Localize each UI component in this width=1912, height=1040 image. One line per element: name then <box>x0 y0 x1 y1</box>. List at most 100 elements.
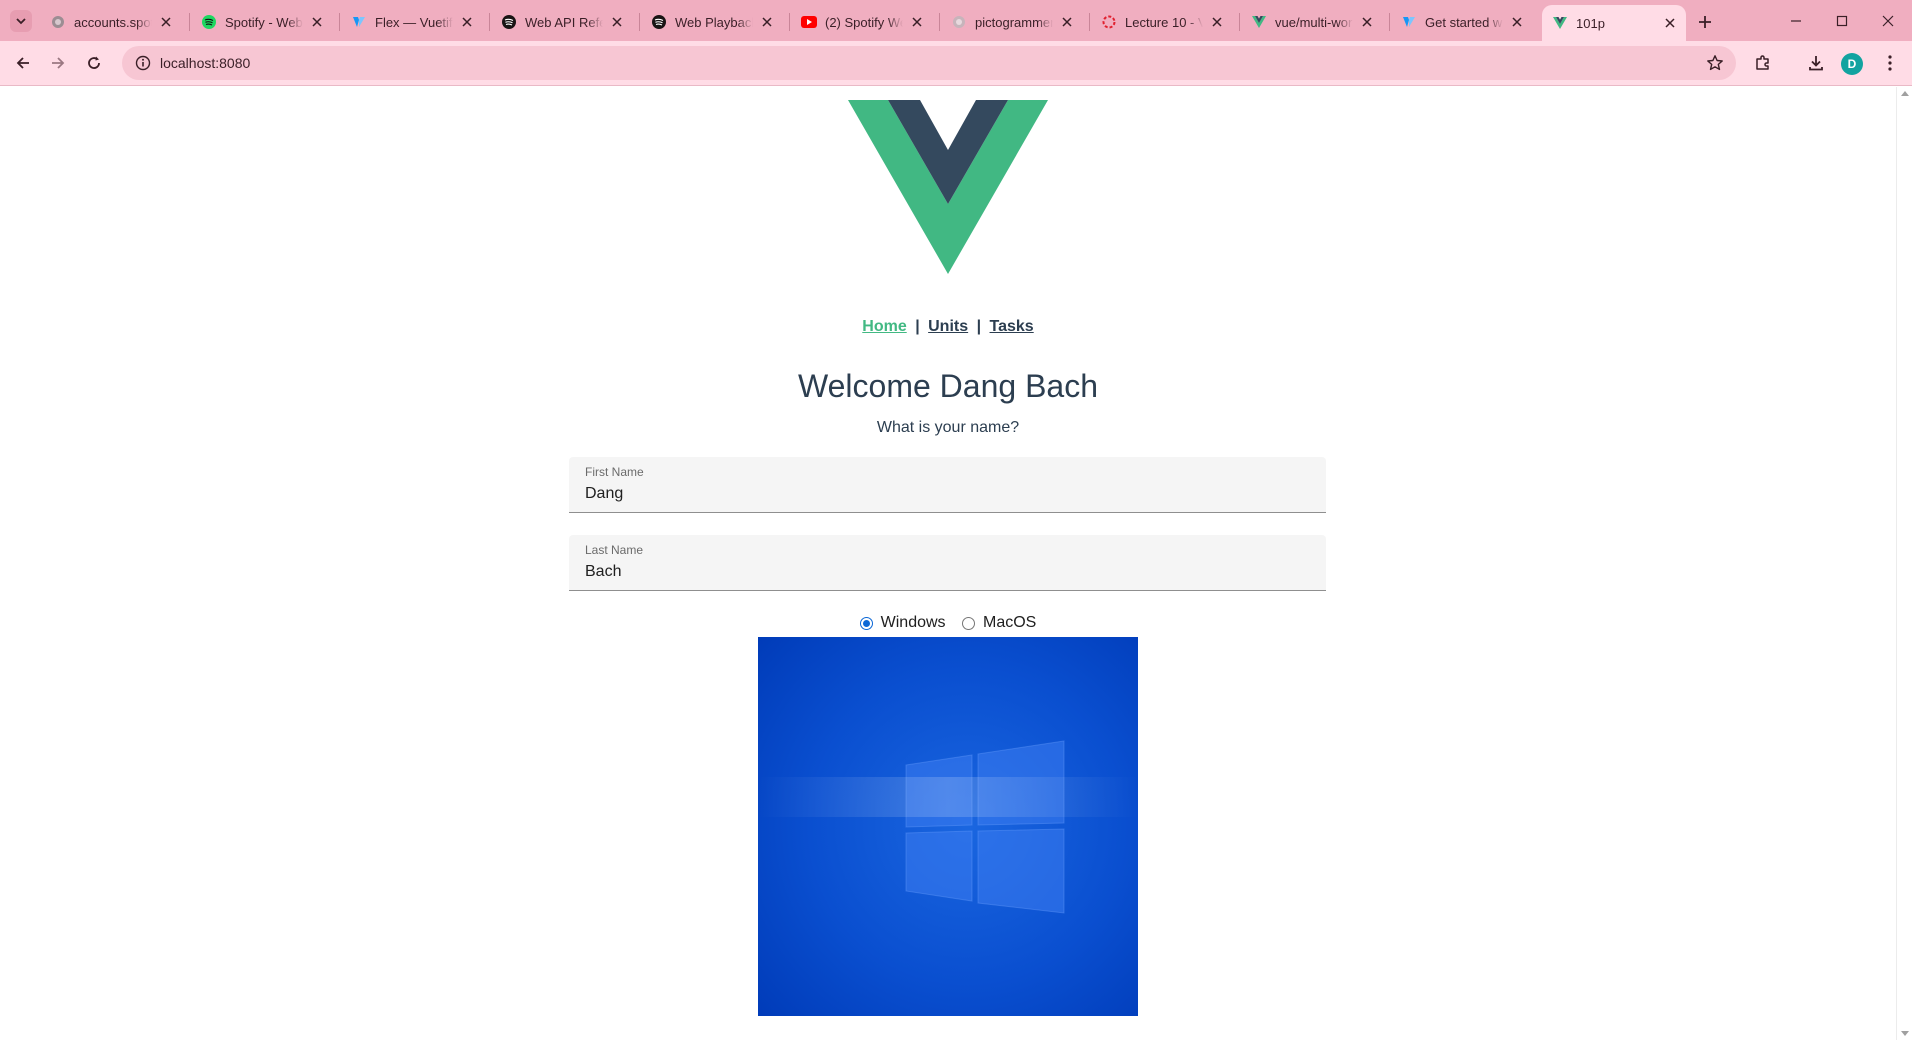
close-icon[interactable] <box>158 14 174 30</box>
scroll-up-arrow-icon[interactable] <box>1901 91 1909 96</box>
radio-macos[interactable]: MacOS <box>962 614 1036 632</box>
radio-windows-label: Windows <box>880 614 946 631</box>
first-name-field[interactable]: First Name <box>569 457 1326 513</box>
tab-title: Flex — Vuetify <box>375 14 453 30</box>
loading-icon <box>1101 14 1117 30</box>
tab-divider <box>489 13 490 31</box>
last-name-label: Last Name <box>585 543 644 557</box>
tab-strip: accounts.spotify Spotify - Web Player Fl… <box>0 0 1912 41</box>
radio-macos-label: MacOS <box>983 614 1037 631</box>
arrow-right-icon <box>52 57 65 69</box>
site-info-icon[interactable] <box>126 55 160 71</box>
globe-icon <box>50 14 66 30</box>
nav-link-tasks[interactable]: Tasks <box>990 318 1034 335</box>
browser-tab[interactable]: Spotify - Web Player <box>191 5 333 39</box>
close-icon[interactable] <box>1662 15 1678 31</box>
spotify-dark-icon <box>651 14 667 30</box>
profile-avatar[interactable]: D <box>1841 53 1863 75</box>
first-name-label: First Name <box>585 465 644 479</box>
browser-tab[interactable]: Lecture 10 - Vue <box>1091 5 1233 39</box>
close-icon[interactable] <box>309 14 325 30</box>
reload-icon <box>88 56 100 69</box>
tab-title: vue/multi-word <box>1275 14 1353 30</box>
vue-logo <box>848 100 1048 274</box>
close-icon[interactable] <box>909 14 925 30</box>
globe-icon <box>951 14 967 30</box>
browser-tab[interactable]: vue/multi-word <box>1241 5 1383 39</box>
vuetify-icon <box>351 14 367 30</box>
vue-icon <box>1552 15 1568 31</box>
close-icon[interactable] <box>1209 14 1225 30</box>
back-button[interactable] <box>8 48 38 78</box>
tab-title: Lecture 10 - Vue <box>1125 14 1203 30</box>
bookmark-star-icon[interactable] <box>1706 54 1724 72</box>
new-tab-button[interactable] <box>1693 10 1717 34</box>
forward-button[interactable] <box>43 48 73 78</box>
browser-tab[interactable]: Get started with <box>1391 5 1533 39</box>
browser-tab[interactable]: accounts.spotify <box>40 5 182 39</box>
tab-divider <box>789 13 790 31</box>
vertical-scrollbar[interactable] <box>1896 87 1912 1040</box>
arrow-left-icon <box>16 57 29 69</box>
nav-link-units[interactable]: Units <box>928 318 968 335</box>
browser-menu-button[interactable] <box>1875 48 1905 78</box>
close-window-button[interactable] <box>1864 0 1912 41</box>
reload-button[interactable] <box>79 48 109 78</box>
downloads-button[interactable] <box>1801 48 1831 78</box>
maximize-button[interactable] <box>1818 0 1866 41</box>
browser-toolbar: localhost:8080 D <box>0 41 1912 86</box>
download-icon <box>1809 56 1823 71</box>
os-radio-group: Windows MacOS <box>0 614 1896 635</box>
tab-divider <box>1239 13 1240 31</box>
chevron-down-icon <box>16 18 26 25</box>
browser-tab[interactable]: pictogrammers <box>941 5 1083 39</box>
welcome-heading: Welcome Dang Bach <box>798 368 1098 404</box>
close-icon <box>1882 15 1894 26</box>
browser-tab[interactable]: (2) Spotify Web <box>791 5 933 39</box>
spotify-icon <box>201 14 217 30</box>
radio-selected-icon[interactable] <box>859 616 873 630</box>
close-icon[interactable] <box>1359 14 1375 30</box>
kebab-menu-icon <box>1888 55 1892 71</box>
radio-windows[interactable]: Windows <box>859 614 946 632</box>
vuetify-icon <box>1401 14 1417 30</box>
browser-tab[interactable]: Web API Reference <box>491 5 633 39</box>
address-bar[interactable]: localhost:8080 <box>122 46 1736 80</box>
nav-separator: | <box>976 318 982 335</box>
close-icon[interactable] <box>609 14 625 30</box>
tab-search-button[interactable] <box>10 10 32 32</box>
main-nav: Home | Units | Tasks <box>0 318 1896 336</box>
nav-link-home[interactable]: Home <box>862 318 906 335</box>
tab-title: Web Playback SDK <box>675 14 753 30</box>
url-text: localhost:8080 <box>160 55 251 71</box>
extensions-button[interactable] <box>1748 48 1778 78</box>
browser-tab[interactable]: Flex — Vuetify <box>341 5 483 39</box>
maximize-icon <box>1836 15 1848 26</box>
radio-unselected-icon[interactable] <box>962 616 975 630</box>
scroll-down-arrow-icon[interactable] <box>1901 1031 1909 1036</box>
close-icon[interactable] <box>1059 14 1075 30</box>
tab-title: Web API Reference <box>525 14 603 30</box>
close-icon[interactable] <box>1509 14 1525 30</box>
minimize-button[interactable] <box>1772 0 1820 41</box>
first-name-input[interactable] <box>585 483 1305 505</box>
browser-tab-active[interactable]: 101p <box>1542 5 1686 41</box>
last-name-input[interactable] <box>585 561 1305 583</box>
windows-wallpaper-image <box>758 637 1138 1016</box>
close-icon[interactable] <box>459 14 475 30</box>
tab-title: pictogrammers <box>975 14 1053 30</box>
last-name-field[interactable]: Last Name <box>569 535 1326 591</box>
tab-title: (2) Spotify Web <box>825 14 903 30</box>
name-question: What is your name? <box>876 419 1020 436</box>
tab-divider <box>189 13 190 31</box>
plus-icon <box>1699 16 1711 28</box>
tab-divider <box>1389 13 1390 31</box>
browser-tab[interactable]: Web Playback SDK <box>641 5 783 39</box>
puzzle-icon <box>1756 55 1769 70</box>
nav-separator: | <box>915 318 920 335</box>
tab-title: Get started with <box>1425 14 1503 30</box>
tab-divider <box>339 13 340 31</box>
close-icon[interactable] <box>759 14 775 30</box>
tab-title: accounts.spotify <box>74 14 152 30</box>
tab-title: 101p <box>1576 15 1605 31</box>
